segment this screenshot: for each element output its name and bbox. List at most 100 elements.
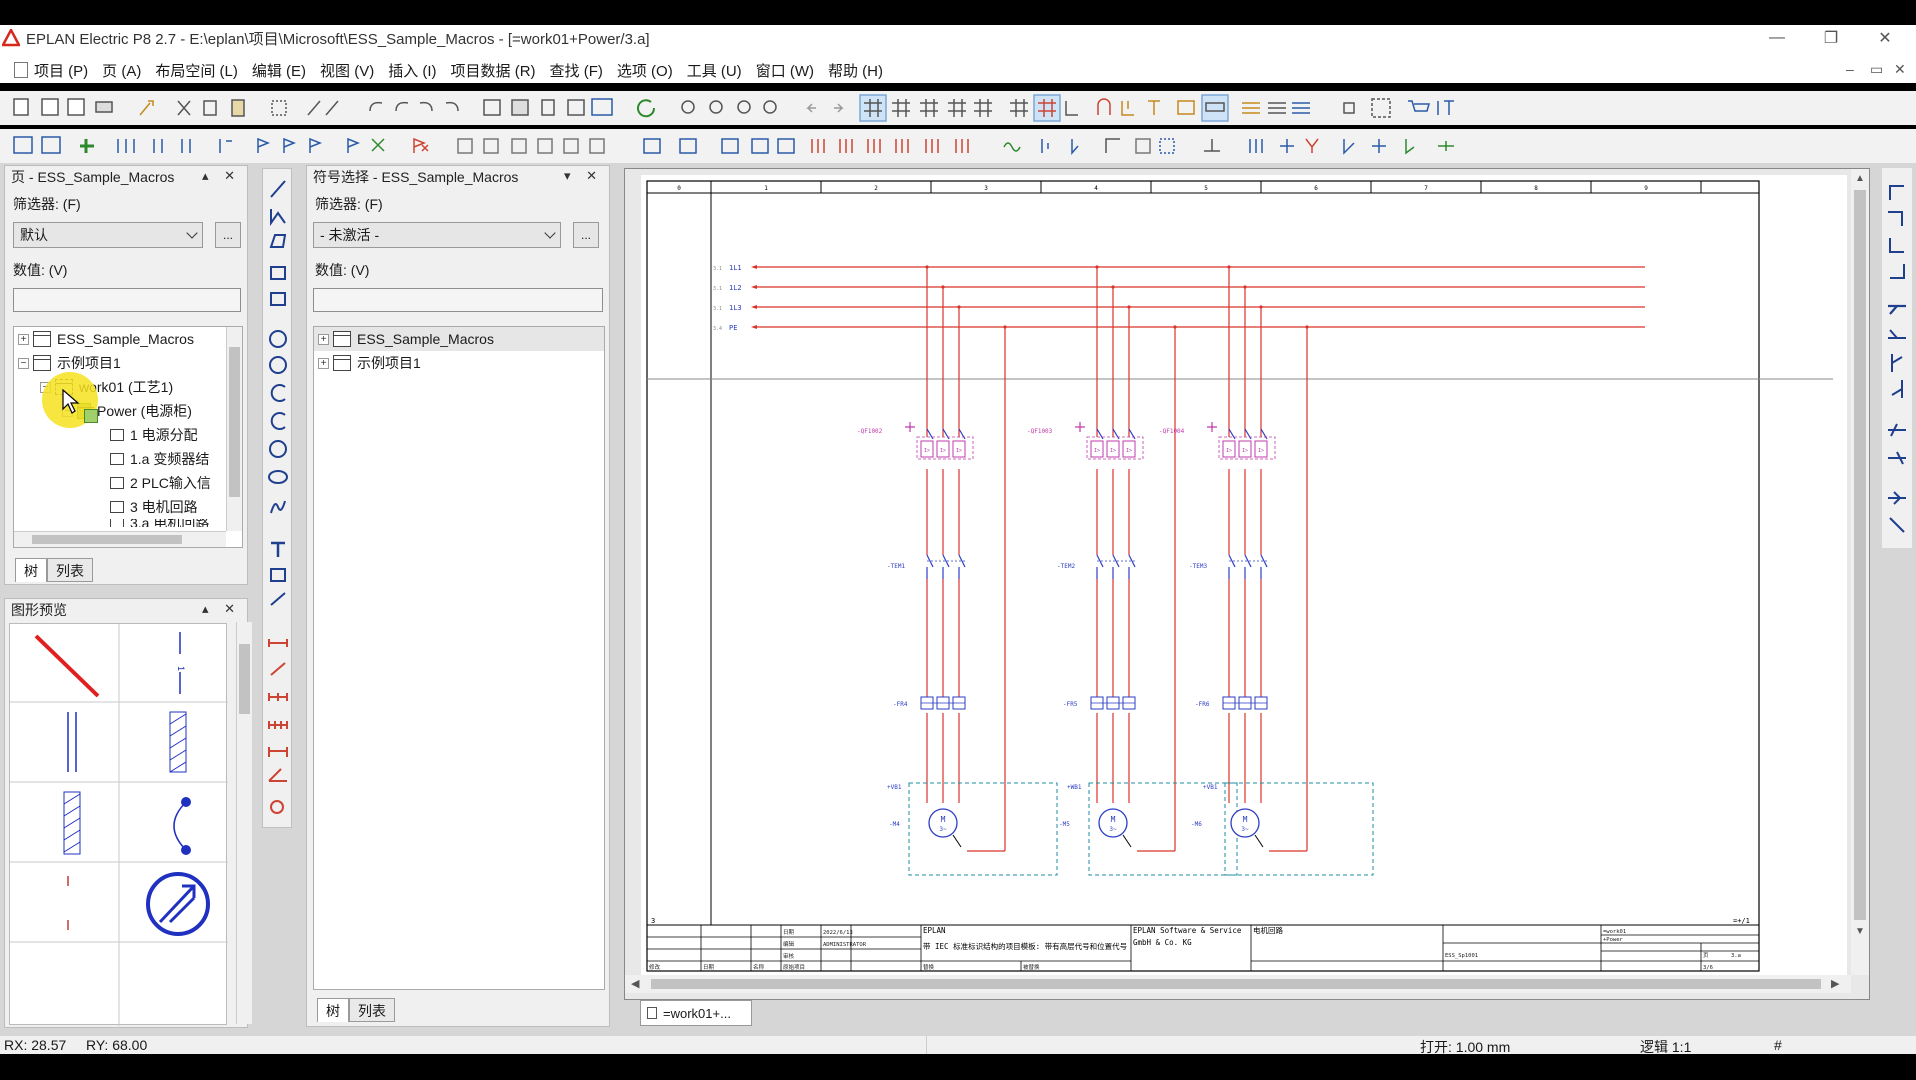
canvas-vscrollbar[interactable]: ▲ ▼: [1851, 169, 1869, 975]
tree-label: Power (电源柜): [97, 403, 192, 419]
menu-options[interactable]: 选项 (O): [617, 60, 673, 81]
cross-b-icon: [1888, 451, 1906, 465]
menu-window[interactable]: 窗口 (W): [756, 60, 814, 81]
canvas-hscrollbar[interactable]: ◀ ▶: [625, 975, 1851, 993]
column-number: 2: [874, 185, 878, 192]
minimize-button[interactable]: —: [1754, 25, 1800, 51]
drawing-canvas[interactable]: 0123456789 1L1 3.1 1L2 3.1 1L3 3.1 PE 3.4 I> I> I…: [641, 175, 1847, 975]
structure-icon: [333, 355, 351, 371]
block-a-icon: [457, 138, 473, 154]
tree-row-sample-project[interactable]: + 示例项目1: [314, 351, 604, 375]
menu-find[interactable]: 查找 (F): [550, 60, 603, 81]
expand-icon[interactable]: +: [18, 333, 29, 345]
back-icon: [806, 103, 816, 113]
page-panel-title: 页 - ESS_Sample_Macros: [11, 169, 175, 185]
scroll-up-icon[interactable]: ▲: [1851, 173, 1869, 184]
tree-row-sample-project[interactable]: − 示例项目1: [14, 351, 242, 375]
preview-scrollbar[interactable]: [236, 622, 252, 1024]
motor-ground-line: [952, 834, 962, 848]
polygon-tool-icon: [269, 234, 287, 248]
page-tree-scrollbar[interactable]: [226, 327, 242, 531]
spline-tool-icon: [270, 500, 286, 514]
mdi-minimize-button[interactable]: –: [1846, 61, 1854, 77]
column-number: 8: [1534, 185, 1538, 192]
scroll-left-icon[interactable]: ◀: [631, 977, 639, 990]
graphic-preview-panel: 图形预览 ▴ ✕ 1: [4, 598, 252, 1028]
menu-layout-space[interactable]: 布局空间 (L): [155, 60, 238, 81]
symbol-panel-controls[interactable]: ▾ ✕: [564, 168, 603, 184]
page-macro-icon: [511, 99, 529, 116]
junction-dot: [1173, 325, 1177, 329]
close-button[interactable]: ✕: [1862, 25, 1908, 51]
document-tab[interactable]: =work01+...: [640, 1000, 752, 1026]
menu-view[interactable]: 视图 (V): [320, 60, 374, 81]
tree-row-page[interactable]: 2 PLC输入信: [14, 471, 242, 495]
preview-grid: 1: [9, 622, 252, 1026]
junction-dot: [1305, 325, 1309, 329]
menu-project-data[interactable]: 项目数据 (R): [451, 60, 536, 81]
breaker-handle-icon: [905, 422, 915, 432]
status-bar: RX: 28.57 RY: 68.00 打开: 1.00 mm 逻辑 1:1 #: [0, 1036, 1916, 1055]
mdi-close-button[interactable]: ✕: [1894, 61, 1906, 78]
menu-tools[interactable]: 工具 (U): [687, 60, 742, 81]
tb-page-label: 页: [1703, 952, 1709, 959]
junction-icon: [371, 138, 385, 152]
column-number: 6: [1314, 185, 1318, 192]
page-tree-hscrollbar[interactable]: [14, 531, 226, 547]
tab-list[interactable]: 列表: [47, 558, 93, 582]
menu-edit[interactable]: 编辑 (E): [252, 60, 306, 81]
connector-a-icon: [1041, 139, 1049, 153]
page-panel-controls[interactable]: ▴ ✕: [202, 168, 241, 184]
tree-row-project[interactable]: + ESS_Sample_Macros: [14, 327, 242, 351]
bus-icon: [219, 139, 232, 153]
project-icon: [333, 331, 351, 347]
menu-page[interactable]: 页 (A): [102, 60, 141, 81]
preview-panel-controls[interactable]: ▴ ✕: [202, 601, 241, 617]
mdi-restore-button[interactable]: ▭: [1870, 61, 1883, 78]
text-frame-tool-icon: [270, 292, 286, 306]
menu-project[interactable]: 项目 (P): [34, 60, 88, 81]
intelligent-cursor-icon: [1121, 101, 1134, 116]
page-filter-more-button[interactable]: ...: [215, 222, 241, 248]
page-value-input[interactable]: [13, 288, 241, 312]
motor-phase: 3~: [939, 826, 947, 833]
tree-row-page[interactable]: 1 电源分配: [14, 423, 242, 447]
tab-tree[interactable]: 树: [15, 558, 47, 582]
tab-tree[interactable]: 树: [317, 998, 349, 1022]
symbol-tree: + ESS_Sample_Macros + 示例项目1: [313, 326, 605, 990]
tab-list[interactable]: 列表: [349, 998, 395, 1022]
circle-3p-tool-icon: [269, 356, 287, 374]
open-project-icon: [41, 98, 59, 116]
corner-br-icon: [1890, 264, 1905, 279]
symbol-filter-select[interactable]: - 未激活 -: [313, 222, 561, 248]
symbol-value-input[interactable]: [313, 288, 603, 312]
tree-row-page[interactable]: 3.a 电机回路: [14, 519, 242, 527]
contactor-label: -TEM1: [887, 563, 905, 570]
restore-button[interactable]: ❐: [1808, 25, 1854, 51]
ellipse-tool-icon: [268, 470, 288, 484]
undo-icon: [369, 101, 383, 112]
interrupt-icon: [413, 137, 429, 153]
t-up-icon: [1888, 329, 1906, 339]
bus-label: 1L1: [729, 264, 742, 272]
scroll-down-icon[interactable]: ▼: [1851, 926, 1869, 937]
menu-help[interactable]: 帮助 (H): [828, 60, 883, 81]
junction-dot: [1095, 265, 1099, 269]
scroll-right-icon[interactable]: ▶: [1831, 977, 1839, 990]
next-page-ref: =+/1: [1733, 917, 1750, 925]
expand-icon[interactable]: +: [318, 333, 329, 345]
tree-row-page[interactable]: 1.a 变频器结: [14, 447, 242, 471]
contactor-label: -TEM2: [1057, 563, 1075, 570]
tree-row-project[interactable]: + ESS_Sample_Macros: [314, 327, 604, 351]
redo-icon: [419, 101, 433, 112]
symbol-filter-more-button[interactable]: ...: [573, 222, 599, 248]
menu-insert[interactable]: 插入 (I): [388, 60, 436, 81]
page-icon: [647, 1007, 657, 1019]
collapse-icon[interactable]: −: [18, 357, 29, 369]
page-filter-select[interactable]: 默认: [13, 222, 203, 248]
expand-icon[interactable]: +: [318, 357, 329, 369]
drawing-window: 0123456789 1L1 3.1 1L2 3.1 1L3 3.1 PE 3.4 I> I> I…: [624, 168, 1870, 1000]
breaker-label: -QF1003: [1027, 428, 1053, 435]
tree-row-page[interactable]: 3 电机回路: [14, 495, 242, 519]
sector-tool-icon: [269, 440, 287, 458]
